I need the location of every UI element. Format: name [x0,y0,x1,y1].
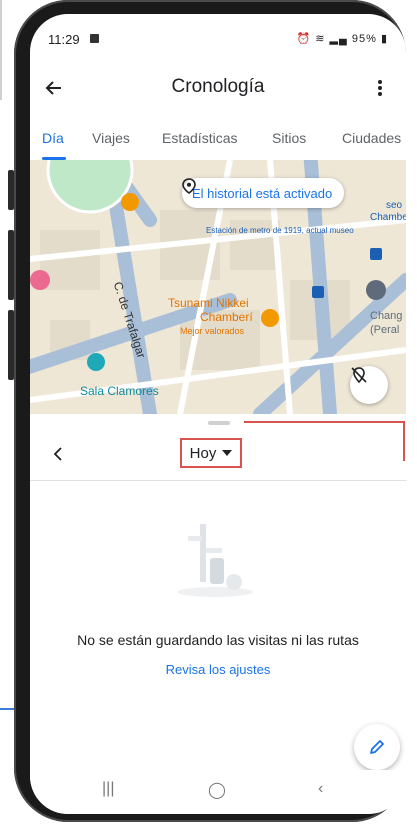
metro-label: Estación de metro de 1919, actual museo [206,226,354,235]
empty-timeline-illustration [177,524,253,597]
date-navigation: Hoy [30,428,406,481]
right-place-label-line2: (Peral [370,324,400,336]
status-right: ⏰ ≋ ▂▄ 95% ▮ [296,32,388,45]
chevron-left-icon [53,447,62,461]
phone-screen: 11:29 ⏰ ≋ ▂▄ 95% ▮ Cronología Día Viajes… [30,14,406,814]
restaurant-label-line2: Chamberí [200,310,253,324]
photo-notification-icon [90,34,99,43]
tab-sitios[interactable]: Sitios [272,130,306,146]
app-bar: Cronología [30,58,406,118]
pencil-icon [370,740,384,754]
restaurant-label: Tsunami Nikkei [168,296,249,310]
side-button [8,310,14,380]
status-time: 11:29 [48,32,80,47]
tab-viajes[interactable]: Viajes [92,130,130,146]
venue-label: Sala Clamores [80,384,159,398]
location-pin-icon [182,178,196,194]
museum-label: Chamberí [370,212,406,223]
right-place-label: Chang [370,310,403,322]
previous-day-button[interactable] [40,436,76,472]
status-bar: 11:29 ⏰ ≋ ▂▄ 95% ▮ [30,14,406,58]
empty-state-message: No se están guardando las visitas ni las… [77,632,359,648]
signal-icon: ▂▄ [329,33,348,45]
edit-button[interactable] [354,724,400,770]
bottom-sheet-handle[interactable] [208,421,230,425]
tab-ciudades[interactable]: Ciudades [342,130,401,146]
wifi-icon: ≋ [315,33,326,45]
system-nav-bar: ||| ◯ ‹ [30,770,406,814]
page-title: Cronología [171,76,265,97]
home-icon[interactable]: ◯ [208,780,226,800]
history-chip-label: El historial está activado [192,185,333,201]
battery-text: 95% [351,33,377,45]
side-button [8,170,14,210]
location-off-icon [351,367,367,384]
museum-label-top: seo [386,200,403,211]
restaurant-sub-label: Mejor valorados [180,326,245,336]
callout-line [244,421,404,423]
tab-dia[interactable]: Día [42,130,64,146]
callout-line-vertical [403,421,405,461]
date-label: Hoy [189,444,217,462]
left-edge-line [0,0,2,100]
more-options-button[interactable] [362,70,398,106]
side-button [8,230,14,300]
history-status-chip[interactable]: El historial está activado [182,178,345,208]
map-view[interactable]: El historial está activado C. de Trafalg… [30,160,406,414]
more-vert-icon [378,80,382,96]
battery-icon: ▮ [380,33,388,45]
review-settings-link[interactable]: Revisa los ajustes [30,662,406,677]
dropdown-arrow-icon [222,450,233,456]
tab-bar: Día Viajes Estadísticas Sitios Ciudades [30,118,406,161]
tab-estadisticas[interactable]: Estadísticas [162,130,237,146]
date-selector[interactable]: Hoy [180,438,242,468]
alarm-icon: ⏰ [296,33,312,45]
back-nav-icon[interactable]: ‹ [318,780,323,798]
location-sharing-off-button[interactable] [350,366,388,404]
recent-apps-icon[interactable]: ||| [102,780,114,798]
left-callout-line [0,708,14,710]
